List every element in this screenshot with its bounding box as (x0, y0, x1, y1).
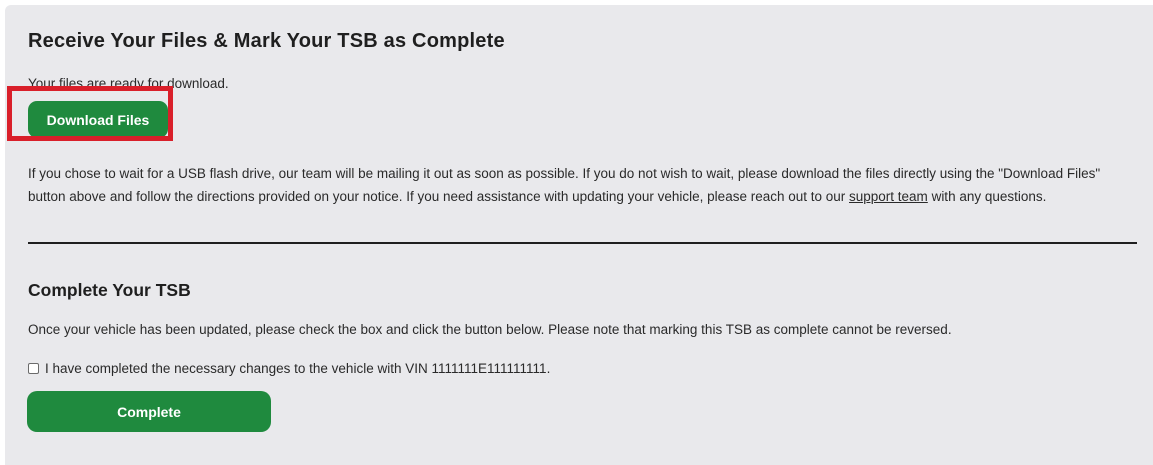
completion-checkbox-label: I have completed the necessary changes t… (45, 361, 551, 376)
complete-button[interactable]: Complete (27, 391, 271, 432)
download-section-title: Receive Your Files & Mark Your TSB as Co… (28, 30, 505, 52)
complete-note-text: Once your vehicle has been updated, plea… (28, 322, 952, 337)
download-button-highlight-box (7, 86, 173, 141)
download-info-text-end: with any questions. (927, 189, 1047, 204)
download-info-paragraph: If you chose to wait for a USB flash dri… (28, 162, 1128, 208)
completion-checkbox[interactable] (28, 363, 39, 374)
section-divider (28, 242, 1137, 244)
complete-section-title: Complete Your TSB (28, 280, 191, 300)
support-team-link[interactable]: support team (849, 189, 928, 204)
tsb-panel: Receive Your Files & Mark Your TSB as Co… (5, 5, 1153, 465)
completion-checkbox-row[interactable]: I have completed the necessary changes t… (28, 361, 550, 376)
